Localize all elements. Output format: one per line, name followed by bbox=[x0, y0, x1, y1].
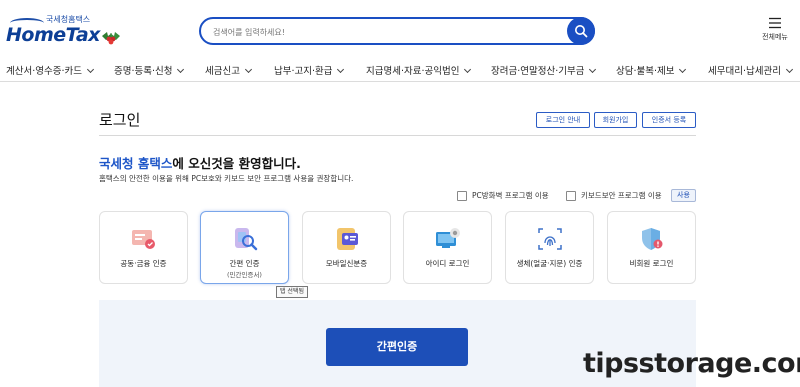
divider bbox=[99, 135, 696, 136]
nav-item-label: 장려금·연말정산·기부금 bbox=[491, 66, 585, 77]
nav-item-tax-return[interactable]: 세금신고 bbox=[205, 63, 253, 77]
search-bar bbox=[199, 17, 595, 45]
chevron-down-icon bbox=[177, 65, 185, 74]
nav-item-label: 지급명세·자료·공익법인 bbox=[366, 66, 460, 77]
login-card-joint-certificate[interactable]: 공동·금융 인증 bbox=[99, 211, 188, 284]
card-label: 모바일신분증 bbox=[325, 259, 368, 268]
card-sublabel: (민간인증서) bbox=[227, 271, 262, 279]
certificate-register-button[interactable]: 인증서 등록 bbox=[642, 112, 696, 128]
welcome-subtext: 홈택스의 안전한 이용을 위해 PC보호와 키보드 보안 프로그램 사용을 권장… bbox=[99, 174, 354, 183]
login-card-mobile-id[interactable]: 모바일신분증 bbox=[302, 211, 391, 284]
login-guide-button[interactable]: 로그인 안내 bbox=[536, 112, 590, 128]
login-card-guest[interactable]: 비회원 로그인 bbox=[607, 211, 696, 284]
easy-auth-icon bbox=[235, 228, 258, 251]
card-label: 비회원 로그인 bbox=[629, 259, 674, 268]
nav-item-incentive[interactable]: 장려금·연말정산·기부금 bbox=[491, 63, 597, 77]
chevron-down-icon bbox=[464, 65, 472, 74]
easy-login-button[interactable]: 간편인증 bbox=[326, 328, 468, 366]
all-menu-label: 전체메뉴 bbox=[762, 33, 788, 41]
chevron-down-icon bbox=[86, 65, 95, 74]
pc-firewall-option[interactable]: PC방화벽 프로그램 이용 bbox=[457, 190, 549, 204]
nav-item-label: 계산서·영수증·카드 bbox=[6, 66, 82, 77]
search-input[interactable] bbox=[213, 24, 563, 40]
keyboard-security-option[interactable]: 키보드보안 프로그램 이용 bbox=[566, 190, 662, 204]
card-label: 아이디 로그인 bbox=[425, 259, 470, 268]
nav-item-invoice[interactable]: 계산서·영수증·카드 bbox=[6, 63, 95, 77]
page-title: 로그인 bbox=[99, 111, 141, 129]
nav-item-label: 상담·불복·제보 bbox=[616, 66, 675, 77]
logo-title: HomeTax bbox=[6, 24, 100, 46]
card-label: 공동·금융 인증 bbox=[120, 259, 167, 268]
hometax-logo[interactable]: 국세청홈택스 HomeTax bbox=[6, 14, 124, 50]
nav-item-label: 세무대리·납세관리 bbox=[708, 66, 781, 77]
pc-firewall-checkbox[interactable] bbox=[457, 190, 467, 201]
use-button[interactable]: 사용 bbox=[671, 189, 696, 202]
chevron-down-icon bbox=[244, 65, 253, 74]
welcome-heading: 국세청 홈택스에 오신것을 환영합니다. bbox=[99, 153, 301, 172]
chevron-down-icon bbox=[589, 65, 597, 74]
card-label: 간편 인증 bbox=[229, 259, 260, 268]
holly-icon bbox=[102, 32, 120, 45]
nav-item-label: 세금신고 bbox=[205, 66, 240, 77]
nav-item-payment[interactable]: 납부·고지·환급 bbox=[274, 63, 345, 77]
hamburger-icon bbox=[769, 17, 781, 29]
watermark-text: tipsstorage.com bbox=[583, 348, 800, 379]
nav-item-label: 증명·등록·신청 bbox=[114, 66, 173, 77]
page: 국세청홈택스 HomeTax 검색어를 입력하세요! 전체메뉴 계산서·영수증·… bbox=[0, 0, 800, 387]
nav-item-consult[interactable]: 상담·불복·제보 bbox=[616, 63, 687, 77]
nav-item-label: 납부·고지·환급 bbox=[274, 66, 333, 77]
sign-up-button[interactable]: 회원가입 bbox=[594, 112, 637, 128]
search-button[interactable] bbox=[567, 17, 595, 45]
chevron-down-icon bbox=[679, 65, 687, 74]
chevron-down-icon bbox=[785, 65, 793, 74]
shield-icon bbox=[642, 228, 663, 250]
login-card-easy-auth[interactable]: 간편 인증 (민간인증서) bbox=[200, 211, 289, 284]
tab-selected-tooltip: 탭 선택됨 bbox=[276, 286, 308, 298]
certificate-icon bbox=[132, 230, 155, 249]
search-icon bbox=[575, 25, 588, 38]
login-card-id-login[interactable]: 아이디 로그인 bbox=[403, 211, 492, 284]
chevron-down-icon bbox=[337, 65, 345, 74]
keyboard-security-checkbox[interactable] bbox=[566, 190, 576, 201]
mobile-id-icon bbox=[337, 228, 358, 250]
login-card-biometric[interactable]: 생체(얼굴·지문) 인증 bbox=[505, 211, 594, 284]
welcome-highlight: 국세청 홈택스 bbox=[99, 156, 173, 171]
card-label: 생체(얼굴·지문) 인증 bbox=[516, 259, 583, 268]
nav-item-statement[interactable]: 지급명세·자료·공익법인 bbox=[366, 63, 472, 77]
nav-item-certificate[interactable]: 증명·등록·신청 bbox=[114, 63, 185, 77]
pc-firewall-label: PC방화벽 프로그램 이용 bbox=[472, 191, 549, 200]
keyboard-security-label: 키보드보안 프로그램 이용 bbox=[581, 191, 662, 200]
nav-item-agent[interactable]: 세무대리·납세관리 bbox=[708, 63, 793, 77]
all-menu-button[interactable]: 전체메뉴 bbox=[758, 17, 792, 47]
computer-icon bbox=[436, 228, 460, 248]
header: 국세청홈택스 HomeTax 검색어를 입력하세요! 전체메뉴 bbox=[0, 0, 800, 58]
welcome-text: 에 오신것을 환영합니다. bbox=[172, 156, 301, 171]
fingerprint-icon bbox=[538, 228, 562, 250]
main-nav: 계산서·영수증·카드 증명·등록·신청 세금신고 납부·고지·환급 지급명세·자… bbox=[0, 58, 800, 82]
